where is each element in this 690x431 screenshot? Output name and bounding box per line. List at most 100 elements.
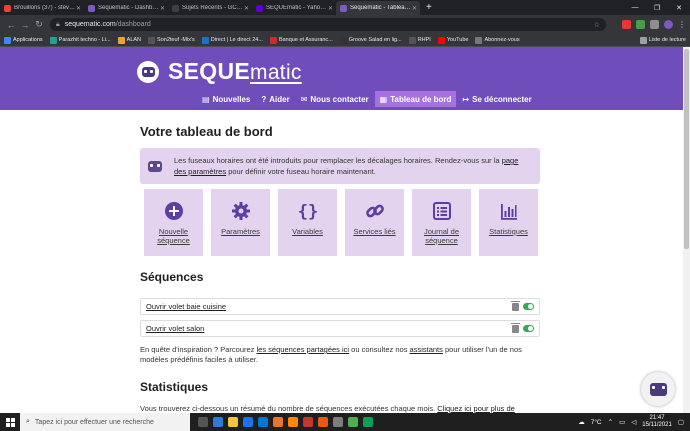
reading-list-label: Liste de lecture [648, 37, 686, 43]
volume-icon[interactable]: ◁ [631, 418, 636, 426]
tray-chevron-icon[interactable]: ⌃ [608, 418, 613, 426]
bookmark-label: Banque et Assuranc... [278, 37, 333, 43]
inspiration-text: En quête d'inspiration ? Parcourez les s… [140, 345, 545, 365]
back-icon[interactable]: ← [4, 20, 18, 30]
sequence-actions [511, 322, 534, 333]
dashboard-tile[interactable]: Statistiques [479, 189, 538, 256]
sequence-link[interactable]: Ouvrir volet baie cuisine [146, 302, 226, 311]
bookmark-item[interactable]: YouTube [437, 36, 469, 44]
tab-close-icon[interactable]: ✕ [328, 5, 333, 12]
bookmark-label: Groove Salad en lig... [348, 37, 402, 43]
main-nav: ▤ Nouvelles? Aider ✉ Nous contacter ▦ Tableau … [196, 91, 537, 107]
app-icon[interactable] [363, 417, 373, 427]
tab-title: Sujets Récents - GCE Electronics [182, 5, 244, 11]
tab-favicon-icon [4, 4, 11, 12]
url-input[interactable]: 🔒︎ sequematic.com/dashboard ☆ [50, 18, 606, 31]
dashboard-tile[interactable]: Journal de séquence [412, 189, 471, 256]
forward-icon[interactable]: → [18, 20, 32, 30]
nav-item[interactable]: ✉ Nous contacter [296, 91, 374, 107]
notifications-icon[interactable]: ▢ [678, 418, 684, 426]
menu-kebab-icon[interactable]: ⋮ [678, 20, 686, 29]
nav-label: Nous contacter [310, 94, 369, 104]
nav-item[interactable]: ▤ Nouvelles [197, 91, 255, 107]
bookmark-item[interactable]: Banque et Assuranc... [269, 36, 333, 44]
tab-close-icon[interactable]: ✕ [244, 5, 249, 12]
task-view-icon[interactable] [198, 417, 208, 427]
tab-close-icon[interactable]: ✕ [412, 5, 417, 12]
bookmark-item[interactable]: Direct | Le direct 24... [201, 36, 263, 44]
taskbar-search-input[interactable]: ⌕ Tapez ici pour effectuer une recherche [20, 413, 190, 431]
bookmark-favicon-icon [148, 36, 156, 44]
chat-robot-button[interactable] [641, 372, 675, 406]
vlc-icon[interactable] [288, 417, 298, 427]
reading-list-button[interactable]: Liste de lecture [639, 36, 686, 44]
bookmark-favicon-icon [408, 36, 416, 44]
site-logo[interactable]: SEQUEmatic [137, 58, 302, 85]
tile-label: Paramètres [221, 227, 260, 236]
sequence-link[interactable]: Ouvrir volet salon [146, 324, 204, 333]
bookmark-item[interactable]: Parazhit techno - Li... [49, 36, 111, 44]
dashboard-tile[interactable]: Paramètres [211, 189, 270, 256]
extension-icon[interactable] [622, 20, 631, 29]
puzzle-icon[interactable] [650, 20, 659, 29]
bookmark-item[interactable]: RHPI [408, 36, 431, 44]
bookmark-label: ALAN [126, 37, 142, 43]
close-window-icon[interactable]: ✕ [668, 0, 690, 15]
bookmark-label: YouTube [446, 37, 469, 43]
bookmark-item[interactable]: Abonnez-vous [475, 36, 520, 44]
braces-icon: {} [297, 200, 319, 222]
shared-sequences-link[interactable]: les séquences partagées ici [257, 345, 350, 354]
mail-icon[interactable] [258, 417, 268, 427]
maximize-icon[interactable]: ❐ [646, 0, 668, 15]
stats-text-before: Vous trouverez ci-dessous un résumé du n… [140, 404, 438, 413]
clock-date: 15/11/2021 [642, 422, 672, 428]
dashboard-tile[interactable]: Nouvelle séquence [144, 189, 203, 256]
reload-icon[interactable]: ↻ [32, 19, 46, 30]
brand-sub: matic [250, 61, 302, 84]
profile-avatar[interactable] [664, 20, 673, 29]
trash-icon[interactable] [511, 322, 520, 333]
bookmark-item[interactable]: Groove Salad en lig... [339, 36, 402, 44]
edge-icon[interactable] [213, 417, 223, 427]
page-scrollbar[interactable] [683, 47, 690, 413]
nav-item[interactable]: ↦ Se déconnecter [457, 91, 536, 107]
tab-title: Brouillons (37) - stevenalanteo@ [14, 5, 76, 11]
nav-item[interactable]: ▦ Tableau de bord [374, 91, 457, 107]
bookmark-item[interactable]: ALAN [117, 36, 142, 44]
statistics-more-link[interactable]: Cliquez ici pour plus de [437, 404, 515, 413]
browser-tab[interactable]: Sujets Récents - GCE Electronics✕ [168, 1, 252, 15]
assistants-link[interactable]: assistants [410, 345, 443, 354]
sequence-toggle[interactable] [523, 325, 534, 332]
browser-tab[interactable]: Sequematic - Dashboard ✕ [84, 1, 168, 15]
bookmark-item[interactable]: Applications [4, 36, 43, 44]
clock[interactable]: 21:47 15/11/2021 [642, 415, 672, 429]
tab-close-icon[interactable]: ✕ [76, 5, 81, 12]
extension-icon[interactable] [636, 20, 645, 29]
nav-item[interactable]: ? Aider [256, 91, 294, 107]
bookmark-star-icon[interactable]: ☆ [594, 21, 600, 29]
vlc-icon[interactable] [273, 417, 283, 427]
firefox-icon[interactable] [318, 417, 328, 427]
sequence-toggle[interactable] [523, 303, 534, 310]
new-tab-button[interactable]: + [420, 1, 438, 15]
browser-tab[interactable]: Sequematic - Tableau de bord✕ [336, 1, 420, 15]
app-icon[interactable] [333, 417, 343, 427]
network-icon[interactable]: ▭ [619, 418, 625, 426]
app-icon[interactable] [303, 417, 313, 427]
browser-tab[interactable]: SEQUEmatic - Yahoo Search - Ac✕ [252, 1, 336, 15]
trash-icon[interactable] [511, 300, 520, 311]
file-explorer-icon[interactable] [228, 417, 238, 427]
scrollbar-thumb[interactable] [684, 49, 689, 249]
browser-tab[interactable]: Brouillons (37) - stevenalanteo@✕ [0, 1, 84, 15]
tab-close-icon[interactable]: ✕ [160, 5, 165, 12]
internet-explorer-icon[interactable] [243, 417, 253, 427]
weather-icon[interactable]: ☁ [578, 418, 585, 426]
chrome-icon[interactable] [348, 417, 358, 427]
bookmark-item[interactable]: Son2teuf -Mix's [148, 36, 195, 44]
dashboard-tile[interactable]: Services liés [345, 189, 404, 256]
minimize-icon[interactable]: — [624, 0, 646, 15]
weather-temp: 7°C [590, 418, 602, 426]
dashboard-tile[interactable]: {} Variables [278, 189, 337, 256]
reading-list-icon [639, 36, 647, 44]
windows-start-icon[interactable] [0, 413, 20, 431]
